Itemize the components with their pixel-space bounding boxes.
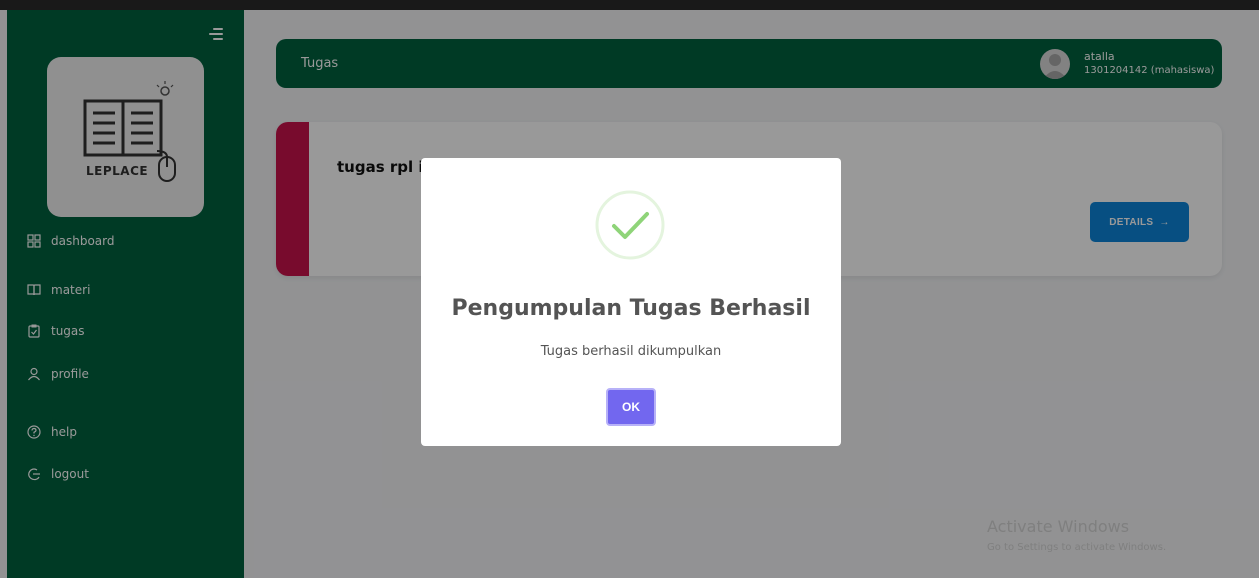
success-check-icon xyxy=(595,190,665,260)
ok-button[interactable]: OK xyxy=(606,388,656,426)
dialog-title: Pengumpulan Tugas Berhasil xyxy=(451,296,811,321)
success-dialog: Pengumpulan Tugas Berhasil Tugas berhasi… xyxy=(421,158,841,446)
dialog-message: Tugas berhasil dikumpulkan xyxy=(540,344,722,359)
